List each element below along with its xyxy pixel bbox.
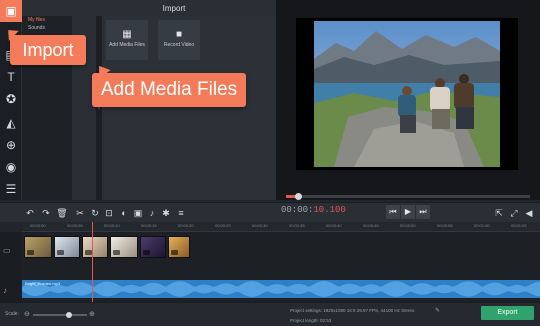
music-track-icon: ♪: [3, 286, 7, 295]
ruler-tick-label: 00:00:50: [400, 223, 416, 228]
video-clip[interactable]: [54, 236, 80, 258]
color-adjust-icon[interactable]: ◐: [118, 207, 130, 219]
timecode-elapsed: 00:00:: [281, 205, 314, 215]
titles-tool-button[interactable]: T: [0, 66, 22, 88]
panel-title: Import: [162, 4, 186, 13]
audio-tool-button[interactable]: ◉: [0, 156, 22, 178]
properties-icon[interactable]: ≡: [175, 207, 187, 219]
ruler-tick-label: 00:00:05: [67, 223, 83, 228]
import-panel-body: ▦ Add Media Files ■ Record Video: [102, 16, 276, 200]
folder-sounds[interactable]: Sounds: [22, 24, 72, 32]
video-clip[interactable]: [168, 236, 190, 258]
record-video-button[interactable]: ■ Record Video: [158, 20, 200, 60]
more-tools-button[interactable]: ☰: [0, 178, 22, 200]
timecode: 00:00:10.100: [281, 205, 346, 215]
skip-back-icon: ⏮: [389, 207, 397, 216]
clip-badge: [85, 250, 92, 255]
scale-slider-knob[interactable]: [66, 312, 72, 318]
project-length: Project length: 02:53: [290, 318, 332, 323]
clip-badge: [171, 250, 178, 255]
previous-frame-button[interactable]: ⏮: [386, 205, 400, 219]
skip-forward-icon: ⏭: [419, 207, 427, 216]
video-clip[interactable]: [24, 236, 52, 258]
timecode-current: 10.100: [313, 205, 346, 215]
track-headers: ▭ ♪: [0, 232, 22, 302]
add-media-files-button[interactable]: ▦ Add Media Files: [106, 20, 148, 60]
cut-icon[interactable]: ✂: [74, 207, 86, 219]
video-clip[interactable]: [82, 236, 108, 258]
ruler-tick-label: 00:00:45: [363, 223, 379, 228]
preview-frame: [296, 18, 518, 170]
editing-toolbar: ↶ ↷ 🗑 ✂ ↻ ⊡ ◐ ▣ ♪ ✱ ≡ ⇱ ⤢ ◀: [0, 202, 540, 222]
clip-badge: [143, 250, 150, 255]
folder-my-files[interactable]: My files: [22, 16, 72, 24]
camera-icon: ■: [175, 29, 183, 40]
zoom-tool-button[interactable]: ⊕: [0, 134, 22, 156]
video-clip[interactable]: [140, 236, 166, 258]
playhead[interactable]: [92, 222, 93, 302]
undo-icon[interactable]: ↶: [24, 207, 36, 219]
redo-icon[interactable]: ↷: [40, 207, 52, 219]
clip-badge: [57, 250, 64, 255]
edit-settings-icon[interactable]: ✎: [435, 307, 440, 314]
ruler-tick-label: 00:00:00: [30, 223, 46, 228]
ruler-tick-label: 00:00:10: [104, 223, 120, 228]
delete-icon[interactable]: 🗑: [56, 207, 68, 219]
video-preview: [276, 0, 540, 200]
microphone-icon[interactable]: ♪: [146, 207, 158, 219]
ruler-tick-label: 00:00:35: [289, 223, 305, 228]
next-frame-button[interactable]: ⏭: [416, 205, 430, 219]
ruler-tick-label: 00:00:25: [215, 223, 231, 228]
playback-progress[interactable]: [286, 193, 530, 200]
audio-track[interactable]: Bright_Kuznen.mp3: [22, 280, 540, 298]
tile-label: Add Media Files: [109, 42, 145, 48]
ruler-tick-label: 00:00:30: [252, 223, 268, 228]
scale-label: Scale:: [5, 311, 19, 317]
import-callout: Import: [10, 35, 86, 65]
ruler-tick-label: 00:00:55: [437, 223, 453, 228]
detach-preview-icon[interactable]: ⇱: [493, 207, 505, 219]
import-tool-button[interactable]: ▣: [0, 0, 22, 22]
clip-badge: [27, 250, 34, 255]
image-icon[interactable]: ▣: [132, 207, 144, 219]
ruler-tick-label: 00:00:20: [178, 223, 194, 228]
transitions-tool-button[interactable]: ◭: [0, 112, 22, 134]
zoom-out-icon[interactable]: ⊖: [24, 310, 30, 318]
video-clip[interactable]: [110, 236, 138, 258]
tile-label: Record Video: [163, 42, 195, 48]
progress-knob[interactable]: [295, 193, 303, 200]
ruler-tick-label: 00:01:05: [511, 223, 527, 228]
clip-badge: [113, 250, 120, 255]
timeline-ruler[interactable]: 00:00:00 00:00:05 00:00:10 00:00:15 00:00:20…: [22, 222, 540, 232]
ruler-tick-label: 00:00:15: [141, 223, 157, 228]
ruler-tick-label: 00:01:00: [474, 223, 490, 228]
zoom-in-icon[interactable]: ⊕: [89, 310, 95, 318]
rotate-icon[interactable]: ↻: [89, 207, 101, 219]
fullscreen-icon[interactable]: ⤢: [508, 207, 520, 219]
audio-clip-label: Bright_Kuznen.mp3: [25, 281, 61, 286]
scale-slider[interactable]: [33, 314, 87, 316]
crop-icon[interactable]: ⊡: [103, 207, 115, 219]
ruler-tick-label: 00:00:40: [326, 223, 342, 228]
settings-icon[interactable]: ✱: [160, 207, 172, 219]
audio-waveform: [22, 281, 540, 297]
video-editor-window: ▣ ▤ T ✪ ◭ ⊕ ◉ ☰ My files Sounds Import ‹…: [0, 0, 540, 326]
video-track-icon: ▭: [3, 246, 11, 255]
play-button[interactable]: ▶: [401, 205, 415, 219]
volume-icon[interactable]: ◀: [523, 207, 535, 219]
preview-image: [314, 21, 500, 167]
play-icon: ▶: [404, 207, 412, 216]
stickers-tool-button[interactable]: ✪: [0, 88, 22, 110]
export-button[interactable]: Export: [481, 306, 534, 320]
add-media-callout: Add Media Files: [92, 73, 246, 107]
project-settings: Project settings: 1920x1080 16:9 29.97 F…: [290, 308, 415, 313]
film-plus-icon: ▦: [122, 29, 132, 40]
status-bar: Scale: ⊖ ⊕ Project settings: 1920x1080 1…: [0, 302, 540, 326]
